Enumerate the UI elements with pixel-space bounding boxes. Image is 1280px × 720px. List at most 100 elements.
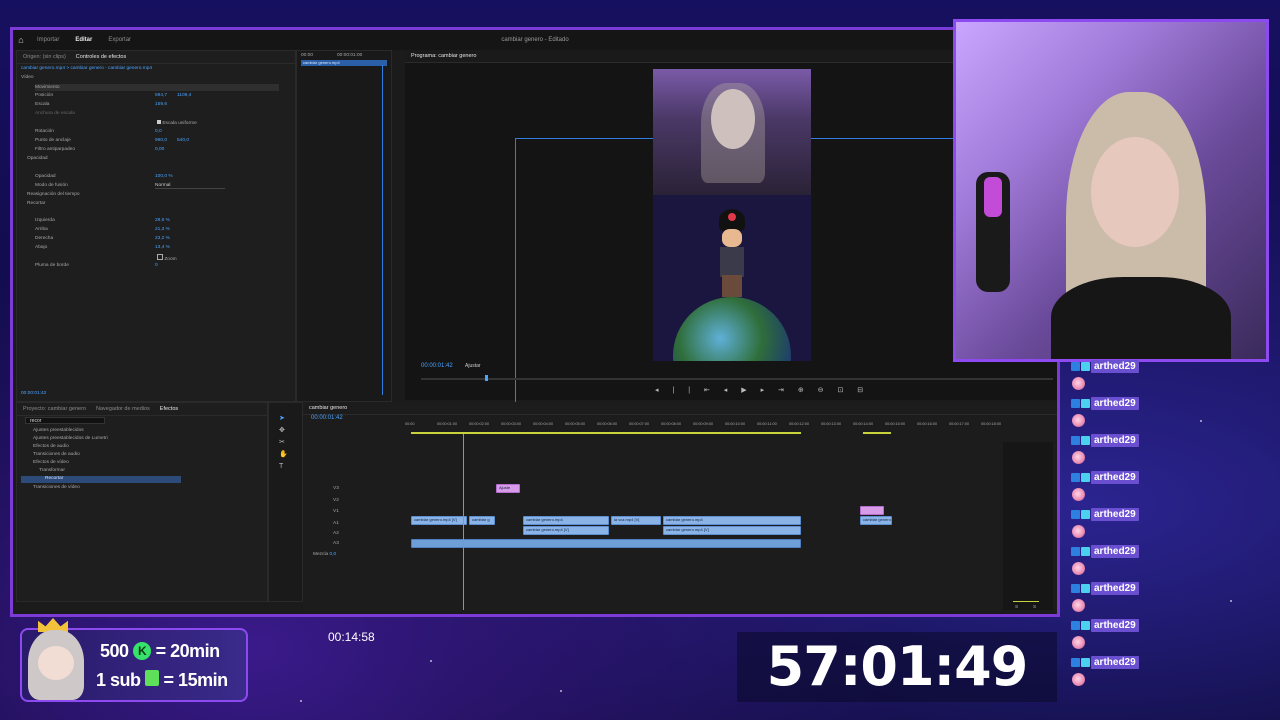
movement-row[interactable]: Movimiento	[35, 84, 279, 91]
tab-media-browser[interactable]: Navegador de medios	[96, 406, 150, 412]
zoom-checkbox[interactable]: Zoom	[157, 254, 177, 262]
chat-username[interactable]: arthed29	[1091, 471, 1139, 484]
bin-item[interactable]: Ajustes preestablecidos	[33, 428, 84, 433]
bin-item-selected[interactable]: Recortar	[21, 476, 181, 483]
tab-effect-controls[interactable]: Controles de efectos	[76, 54, 126, 60]
ruler-tick-label: 00:00:12:00	[789, 422, 810, 426]
track-label-a2[interactable]: A2	[333, 531, 339, 536]
scale-width-row[interactable]: Anchura de escala	[35, 111, 75, 116]
transport-controls[interactable]: ◂ | | ⇤ ◂ ▶ ▸ ⇥ ⊕ ⊖ ⊡ ⊟	[655, 386, 869, 394]
tab-effects[interactable]: Efectos	[160, 406, 178, 412]
sequence-timecode[interactable]: 00:00:01:42	[311, 415, 343, 421]
track-label-v3[interactable]: V3	[333, 486, 339, 491]
anchor-row[interactable]: Punto de anclaje 960,0 540,0	[35, 138, 275, 143]
video-preview[interactable]	[653, 69, 811, 361]
mini-clip-bar[interactable]: cambiar genero.mp4	[301, 60, 387, 66]
bin-item[interactable]: Ajustes preestablecidos de Lumetri	[33, 436, 108, 441]
timeline-playhead[interactable]	[463, 434, 464, 610]
search-input[interactable]: recor	[25, 417, 105, 424]
chat-username[interactable]: arthed29	[1091, 508, 1139, 521]
shirt-shape	[1051, 277, 1231, 359]
track-label-a3[interactable]: A3	[333, 541, 339, 546]
work-area-bar[interactable]	[863, 432, 891, 434]
ruler-tick-label: 00:00:18:00	[981, 422, 1002, 426]
crop-top-row[interactable]: Arriba 21,3 %	[35, 227, 275, 232]
tab-exportar[interactable]: Exportar	[100, 37, 139, 43]
timeline-clip[interactable]: cambiar genero.mp4	[663, 516, 801, 525]
bin-item[interactable]: Transiciones de audio	[33, 452, 80, 457]
chat-username[interactable]: arthed29	[1091, 360, 1139, 373]
flicker-row[interactable]: Filtro antiparpadeo 0,00	[35, 147, 275, 152]
blend-row[interactable]: Modo de fusión Normal	[35, 183, 275, 189]
avatar-face	[38, 646, 74, 680]
chat-username[interactable]: arthed29	[1091, 656, 1139, 669]
program-timecode[interactable]: 00:00:01:42	[421, 363, 453, 369]
badge-icon	[1081, 584, 1090, 593]
chat-message: arthed29	[1068, 656, 1168, 695]
timeline-clip[interactable]: cambiar genero.mp4	[523, 516, 609, 525]
hand-tool-icon[interactable]: ✋	[279, 449, 288, 460]
bin-item[interactable]: Efectos de audio	[33, 444, 69, 449]
timeline-clip[interactable]: cambiar g	[469, 516, 495, 525]
tab-sequence[interactable]: cambiar genero	[309, 405, 347, 411]
webcam-clip-preview	[653, 69, 811, 195]
program-scrubber[interactable]	[421, 378, 1053, 380]
audio-clip[interactable]	[411, 539, 801, 548]
sub-badge-icon	[1071, 362, 1080, 371]
bin-item[interactable]: Transformar	[39, 468, 65, 473]
tab-editar[interactable]: Editar	[67, 37, 100, 43]
tab-source[interactable]: Origen: (sin clips)	[23, 54, 66, 60]
uniform-scale-checkbox[interactable]: Escala uniforme	[157, 120, 197, 126]
character-graphic	[715, 209, 749, 309]
fit-dropdown[interactable]: Ajustar	[465, 363, 481, 369]
ruler-tick-label: 00:00:09:00	[693, 422, 714, 426]
chat-username[interactable]: arthed29	[1091, 434, 1139, 447]
time-remap-label[interactable]: Reasignación del tiempo	[27, 192, 80, 197]
badge-icon	[1081, 473, 1090, 482]
sub-badge-icon	[1071, 399, 1080, 408]
work-area-bar[interactable]	[411, 432, 801, 434]
chat-username[interactable]: arthed29	[1091, 397, 1139, 410]
crop-right-row[interactable]: Derecha 23,2 %	[35, 236, 275, 241]
timeline-clip[interactable]: cambiar genero.mp4 [V]	[663, 526, 801, 535]
feather-row[interactable]: Pluma de borde 0	[35, 263, 275, 268]
razor-tool-icon[interactable]: ✂	[279, 437, 285, 448]
position-row[interactable]: Posición 594,7 1109,4	[35, 93, 275, 98]
opacity-row[interactable]: Opacidad 100,0 %	[35, 174, 275, 179]
crop-label[interactable]: Recortar	[27, 201, 45, 206]
bin-item[interactable]: Transiciones de vídeo	[33, 485, 80, 490]
opacity-label[interactable]: Opacidad	[27, 156, 48, 161]
effects-timecode: 00:00:01:42	[21, 391, 47, 396]
tab-program[interactable]: Programa: cambiar genero	[411, 53, 476, 59]
crop-left-row[interactable]: Izquierda 28,6 %	[35, 218, 275, 223]
selection-tool-icon[interactable]: ➤	[279, 413, 285, 424]
tab-project[interactable]: Proyecto: cambiar genero	[23, 406, 86, 412]
scale-row[interactable]: Escala 159,6	[35, 102, 275, 107]
timeline-ruler[interactable]: 00:00 00:00:01:00 00:00:02:00 00:00:03:00 00…	[405, 422, 1001, 432]
chat-username[interactable]: arthed29	[1091, 582, 1139, 595]
rotation-row[interactable]: Rotación 0,0	[35, 129, 275, 134]
timeline-clip[interactable]	[860, 506, 884, 515]
tab-importar[interactable]: Importar	[29, 37, 67, 43]
home-icon[interactable]: ⌂	[13, 35, 29, 45]
program-playhead[interactable]	[485, 375, 488, 381]
chat-username[interactable]: arthed29	[1091, 545, 1139, 558]
timeline-clip[interactable]: cambiar genero.mp4	[860, 516, 892, 525]
timeline-clip[interactable]: Ajuste	[496, 484, 520, 493]
timeline-clip[interactable]: la voz.mp4 [V]	[611, 516, 661, 525]
timeline-clip[interactable]: cambiar genero.mp4 [V]	[523, 526, 609, 535]
type-tool-icon[interactable]: T	[279, 461, 283, 472]
timeline-clip[interactable]: cambiar genero.mp4 [V]	[411, 516, 467, 525]
track-label-a1[interactable]: A1	[333, 521, 339, 526]
ripple-tool-icon[interactable]: ✥	[279, 425, 285, 436]
workspace-bar: ⌂ Importar Editar Exportar cambiar gener…	[13, 30, 1057, 50]
track-label-v1[interactable]: V1	[333, 509, 339, 514]
track-label-v2[interactable]: V2	[333, 498, 339, 503]
chat-feed: arthed29 arthed29 arthed29 arthed29 arthed29…	[1068, 360, 1168, 695]
crop-bottom-row[interactable]: Abajo 13,4 %	[35, 245, 275, 250]
chat-username[interactable]: arthed29	[1091, 619, 1139, 632]
subathon-timer: 57:01:49	[737, 632, 1057, 702]
premiere-window: ⌂ Importar Editar Exportar cambiar gener…	[10, 27, 1060, 617]
mini-playhead[interactable]	[382, 65, 383, 395]
bin-item[interactable]: Efectos de vídeo	[33, 460, 69, 465]
